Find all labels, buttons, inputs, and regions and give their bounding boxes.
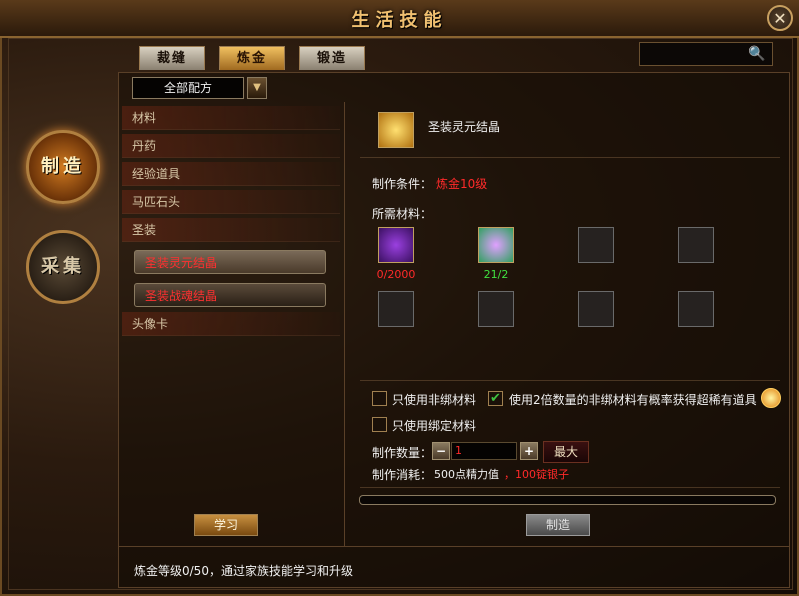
material-count: 21/2 [483, 268, 509, 281]
bound-only-checkbox[interactable] [372, 417, 387, 432]
category-avatar-cards[interactable]: 头像卡 [122, 312, 340, 336]
title-bar: 生活技能 [0, 0, 799, 38]
learn-button[interactable]: 学习 [194, 514, 258, 536]
category-holy-gear[interactable]: 圣装 [122, 218, 340, 242]
crystal-item-icon[interactable] [378, 112, 414, 148]
panel-divider [344, 102, 345, 546]
condition-value: 炼金10级 [436, 177, 488, 191]
quantity-input[interactable]: 1 [451, 442, 517, 460]
quantity-decrease-button[interactable]: − [432, 442, 450, 460]
cost-silver: ，100锭银子 [504, 468, 569, 481]
craft-button[interactable]: 制造 [526, 514, 590, 536]
category-horse-stones[interactable]: 马匹石头 [122, 190, 340, 214]
gem-material-icon[interactable] [478, 227, 514, 263]
material-slot [378, 291, 414, 327]
unbound-only-label: 只使用非绑材料 [392, 393, 477, 407]
staff-material-icon[interactable] [378, 227, 414, 263]
tab-tailoring[interactable]: 裁缝 [139, 46, 205, 70]
status-divider [119, 546, 789, 547]
unbound-only-checkbox[interactable] [372, 391, 387, 406]
quantity-label: 制作数量： [372, 446, 433, 460]
materials-label: 所需材料： [372, 207, 433, 221]
material-count: 0/2000 [376, 268, 416, 281]
category-exp-items[interactable]: 经验道具 [122, 162, 340, 186]
category-materials[interactable]: 材料 [122, 106, 340, 130]
quantity-increase-button[interactable]: + [520, 442, 538, 460]
material-slot [578, 291, 614, 327]
tab-forging[interactable]: 锻造 [299, 46, 365, 70]
crafting-progress-bar [359, 495, 776, 505]
close-button[interactable]: ✕ [767, 5, 793, 31]
material-slot [678, 291, 714, 327]
tab-alchemy[interactable]: 炼金 [219, 46, 285, 70]
double-materials-label: 使用2倍数量的非绑材料有概率获得超稀有道具 [509, 393, 757, 407]
search-icon[interactable]: 🔍 [746, 44, 768, 64]
double-materials-checkbox[interactable]: ✔ [488, 391, 503, 406]
material-slot [578, 227, 614, 263]
max-quantity-button[interactable]: 最大 [543, 441, 589, 463]
condition-label: 制作条件： [372, 177, 433, 191]
window-title: 生活技能 [351, 10, 448, 31]
alchemy-level-status: 炼金等级0/50，通过家族技能学习和升级 [134, 564, 353, 578]
gather-mode-button[interactable]: 采集 [26, 230, 100, 304]
item-name: 圣装灵元结晶 [428, 120, 501, 134]
cost-energy: 500点精力值 [434, 468, 499, 481]
divider [360, 380, 780, 381]
category-pills[interactable]: 丹药 [122, 134, 340, 158]
divider [360, 157, 780, 158]
bound-only-label: 只使用绑定材料 [392, 419, 477, 433]
filter-toggle-icon[interactable]: ▼ [247, 77, 267, 99]
recipe-filter-dropdown[interactable]: 全部配方 [132, 77, 244, 99]
divider [360, 487, 780, 488]
make-mode-button[interactable]: 制造 [26, 130, 100, 204]
cost-label: 制作消耗： [372, 468, 433, 482]
recipe-item-selected[interactable]: 圣装灵元结晶 [134, 250, 326, 274]
material-slot [678, 227, 714, 263]
recipe-item[interactable]: 圣装战魂结晶 [134, 283, 326, 307]
rare-item-icon [761, 388, 781, 408]
material-slot [478, 291, 514, 327]
